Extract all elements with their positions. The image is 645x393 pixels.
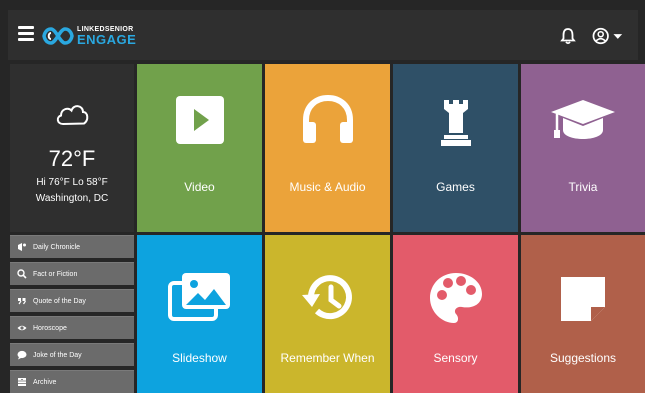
side-item-archive[interactable]: Archive — [10, 370, 134, 393]
weather-location: Washington, DC — [35, 193, 109, 204]
tile-label: Suggestions — [549, 351, 617, 365]
tile-suggestions[interactable]: Suggestions — [521, 235, 645, 393]
chevron-down-icon — [613, 34, 623, 39]
side-item-label: Quote of the Day — [33, 297, 86, 305]
side-item-horoscope[interactable]: Horoscope — [10, 316, 134, 339]
temperature: 72°F — [48, 146, 96, 171]
temperature-range: Hi 76°F Lo 58°F — [36, 177, 108, 188]
quote-icon — [17, 296, 27, 306]
tile-music-audio[interactable]: Music & Audio — [265, 64, 390, 232]
tile-label: Music & Audio — [289, 180, 366, 194]
side-item-label: Horoscope — [33, 324, 67, 332]
side-item-label: Fact or Fiction — [33, 270, 78, 278]
tile-label: Video — [184, 180, 215, 194]
side-item-quote-of-the-day[interactable]: Quote of the Day — [10, 289, 134, 312]
infinity-logo-icon — [42, 27, 74, 45]
note-icon — [561, 277, 605, 321]
side-item-joke-of-the-day[interactable]: Joke of the Day — [10, 343, 134, 366]
tile-label: Games — [436, 180, 475, 194]
speech-bubble-icon — [17, 350, 27, 360]
chess-rook-icon — [440, 100, 471, 146]
tile-remember-when[interactable]: Remember When — [265, 235, 390, 393]
search-icon — [17, 269, 27, 279]
tile-label: Trivia — [568, 180, 598, 194]
archive-icon — [17, 377, 27, 387]
weather-widget: 72°F Hi 76°F Lo 58°F Washington, DC — [10, 64, 134, 232]
logo-bottom-text: ENGAGE — [77, 32, 137, 47]
tile-video[interactable]: Video — [137, 64, 262, 232]
eye-icon — [17, 323, 27, 333]
user-menu[interactable] — [592, 26, 624, 46]
notification-bell-icon[interactable] — [560, 27, 576, 45]
side-item-label: Joke of the Day — [33, 351, 82, 359]
user-avatar-icon — [592, 27, 609, 45]
menu-icon[interactable] — [18, 26, 34, 41]
history-icon — [301, 275, 352, 320]
bell-icon — [17, 242, 27, 252]
side-item-fact-or-fiction[interactable]: Fact or Fiction — [10, 262, 134, 285]
app-frame: LINKEDSENIOR ENGAGE 72°F Hi 76°F Lo 58°F… — [0, 0, 645, 393]
tile-label: Sensory — [433, 351, 478, 365]
tile-games[interactable]: Games — [393, 64, 518, 232]
side-item-label: Daily Chronicle — [33, 243, 81, 251]
cloud-icon — [56, 105, 89, 126]
side-item-daily-chronicle[interactable]: Daily Chronicle — [10, 235, 134, 258]
tile-slideshow[interactable]: Slideshow — [137, 235, 262, 393]
tile-sensory[interactable]: Sensory — [393, 235, 518, 393]
palette-icon — [429, 273, 482, 323]
tile-trivia[interactable]: Trivia — [521, 64, 645, 232]
graduation-cap-icon — [551, 100, 615, 139]
tile-label: Remember When — [280, 351, 375, 365]
top-bar: LINKEDSENIOR ENGAGE — [8, 10, 638, 60]
logo[interactable]: LINKEDSENIOR ENGAGE — [42, 23, 136, 49]
play-icon — [175, 96, 224, 144]
side-item-label: Archive — [33, 378, 57, 386]
tile-label: Slideshow — [172, 351, 227, 365]
headphones-icon — [302, 94, 353, 143]
images-icon — [167, 273, 230, 321]
